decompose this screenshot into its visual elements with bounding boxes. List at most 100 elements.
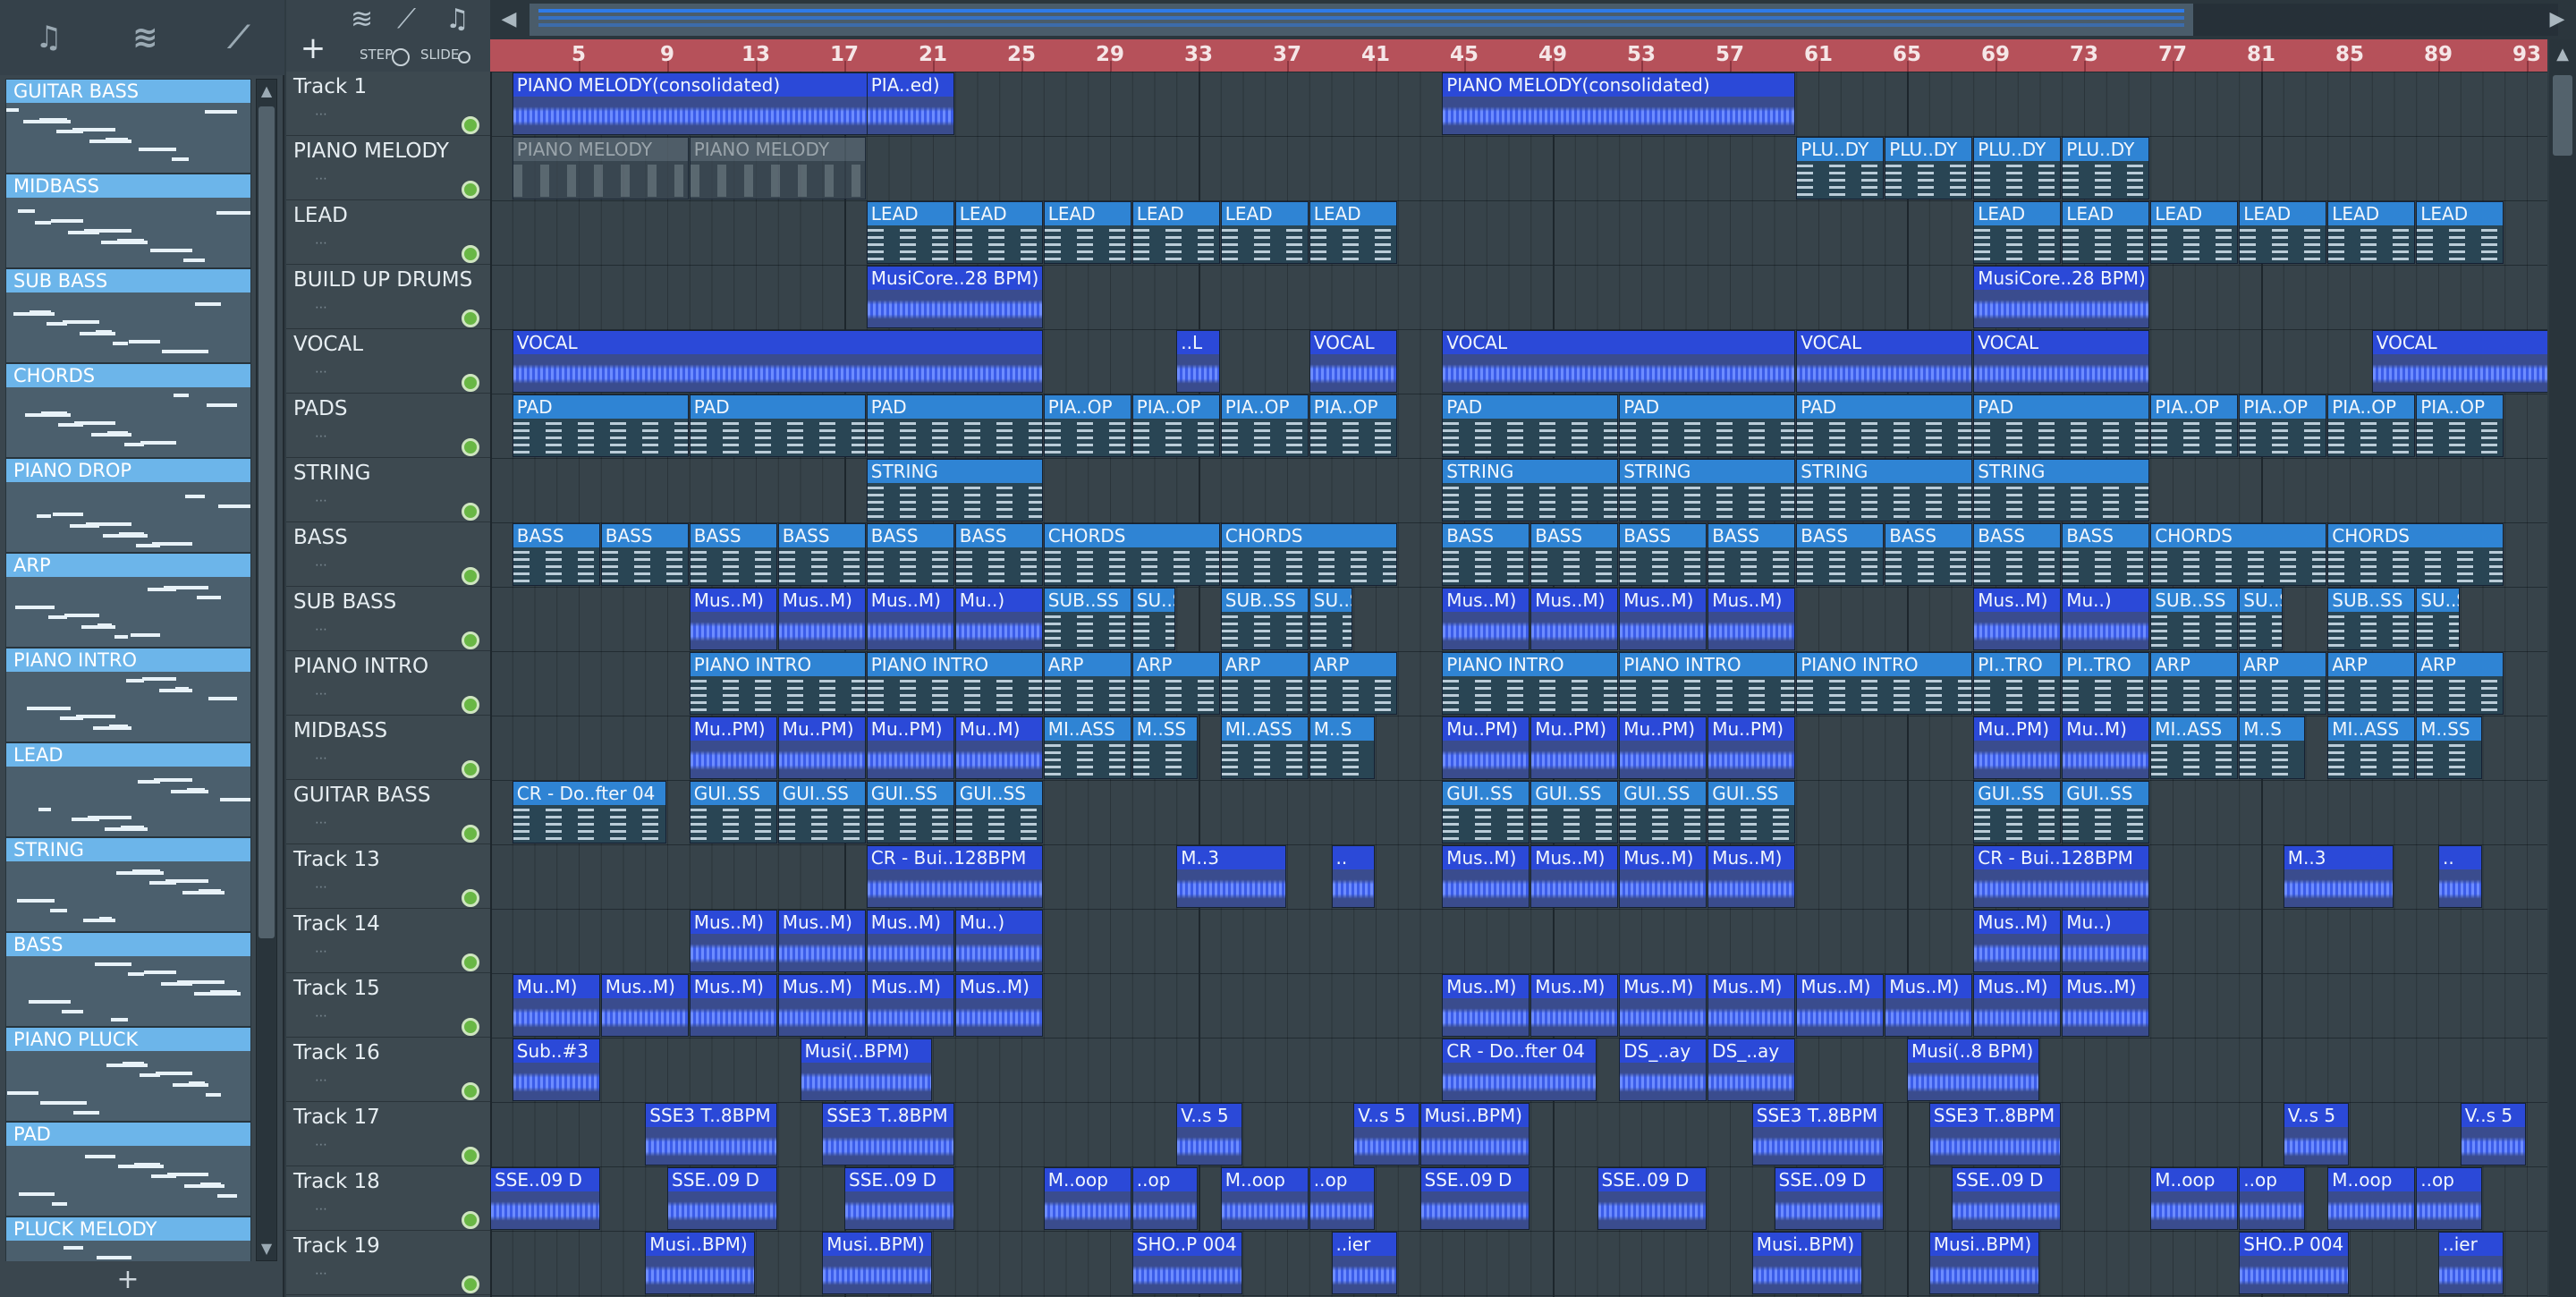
track-header[interactable]: Track 19 ⋯ [286,1231,490,1295]
audio-clip[interactable]: Mus..M) [1530,588,1619,650]
pattern-clip[interactable]: LEAD [1973,201,2062,264]
audio-clip[interactable]: Mus..M) [1530,974,1619,1037]
pattern-clip[interactable]: MI..ASS [1220,716,1309,779]
audio-clip[interactable]: SSE3 T..8BPM [822,1103,954,1166]
track-enable-led[interactable] [462,374,479,392]
audio-clip[interactable]: SHO..P 004 [1131,1232,1242,1294]
track-header[interactable]: Track 15 ⋯ [286,973,490,1038]
audio-clip[interactable]: Mus..M) [866,910,954,972]
pattern-clip[interactable]: STRING [1619,459,1796,521]
audio-clip[interactable]: ..op [2416,1167,2482,1230]
track-name[interactable]: VOCAL [293,333,363,356]
scroll-up-icon[interactable]: ▲ [257,80,276,103]
browser-clip-item[interactable]: STRING [5,837,251,932]
audio-clip[interactable]: Mu..PM) [1530,716,1619,779]
scroll-up-icon[interactable]: ▲ [2549,39,2576,70]
scroll-thumb[interactable] [258,106,275,938]
browser-scrollbar[interactable]: ▲ ▼ [256,79,277,1261]
audio-clip[interactable]: MusiCore..28 BPM) [866,266,1043,328]
audio-clip[interactable]: Mus..M) [1619,974,1707,1037]
pattern-clip[interactable]: PAD [689,394,866,457]
audio-clip[interactable]: ..ier [1331,1232,1397,1294]
pattern-clip[interactable]: PIANO INTRO [1796,652,1973,715]
pattern-clip[interactable]: SU..S [2416,588,2460,650]
pattern-clip[interactable]: ARP [2239,652,2327,715]
track-enable-led[interactable] [462,116,479,134]
browser-clip-item[interactable]: GUITAR BASS [5,79,251,174]
audio-clip[interactable]: V..s 5 [2283,1103,2349,1166]
audio-clip[interactable]: Musi..BPM) [645,1232,755,1294]
pattern-clip[interactable]: PIA..OP [2150,394,2239,457]
pattern-clip[interactable]: PIA..OP [1131,394,1220,457]
pattern-clip[interactable]: PIANO MELODY [689,137,866,199]
track-header[interactable]: Track 14 ⋯ [286,909,490,973]
wave-tool-icon[interactable]: ≋ [351,4,373,35]
track-name[interactable]: MIDBASS [293,719,387,742]
pattern-clip[interactable]: SUB..SS [1043,588,1131,650]
pattern-clip[interactable]: GUI..SS [866,781,954,843]
audio-clip[interactable]: PIANO MELODY(consolidated) [1442,72,1796,135]
audio-clip[interactable]: Mus..M) [1442,588,1530,650]
pattern-clip[interactable]: BASS [689,523,777,586]
audio-clip[interactable]: Mus..M) [1973,910,2062,972]
browser-clip-item[interactable]: PIANO PLUCK [5,1027,251,1122]
pattern-clip[interactable]: BASS [954,523,1043,586]
pattern-clip[interactable]: PIA..OP [2239,394,2327,457]
track-enable-led[interactable] [462,954,479,971]
audio-clip[interactable]: VOCAL [1442,330,1796,393]
pattern-clip[interactable]: ARP [1043,652,1131,715]
pattern-clip[interactable]: LEAD [1131,201,1220,264]
piano-roll-icon[interactable]: ♫ [35,20,62,55]
pattern-clip[interactable]: SU..S [1309,588,1353,650]
track-name[interactable]: PADS [293,397,347,420]
pattern-clip[interactable]: STRING [866,459,1043,521]
pattern-clip[interactable]: BASS [777,523,866,586]
audio-clip[interactable]: Mus..M) [777,910,866,972]
pattern-clip[interactable]: LEAD [2327,201,2416,264]
pattern-clip[interactable]: GUI..SS [1973,781,2062,843]
audio-clip[interactable]: Mus..M) [1973,588,2062,650]
audio-clip[interactable]: Mu..) [2062,910,2150,972]
pattern-clip[interactable]: ARP [1220,652,1309,715]
audio-clip[interactable]: Mu..M) [954,716,1043,779]
track-name[interactable]: Track 19 [293,1234,380,1258]
pattern-clip[interactable]: GUI..SS [777,781,866,843]
track-name[interactable]: GUITAR BASS [293,784,430,807]
pattern-clip[interactable]: BASS [1885,523,1973,586]
track-enable-led[interactable] [462,1276,479,1293]
browser-clip-item[interactable]: MIDBASS [5,174,251,268]
track-name[interactable]: Track 18 [293,1170,380,1193]
pattern-clip[interactable]: GUI..SS [1530,781,1619,843]
browser-clip-item[interactable]: PLUCK MELODY [5,1216,251,1261]
pattern-clip[interactable]: PIANO MELODY [512,137,689,199]
track-enable-led[interactable] [462,825,479,843]
pattern-clip[interactable]: ARP [2416,652,2504,715]
audio-clip[interactable]: Mus..M) [2062,974,2150,1037]
pattern-clip[interactable]: MI..ASS [1043,716,1131,779]
audio-clip[interactable]: .. [1331,845,1375,908]
pattern-clip[interactable]: ARP [1309,652,1397,715]
audio-clip[interactable]: M..oop [1220,1167,1309,1230]
pattern-clip[interactable]: GUI..SS [954,781,1043,843]
track-enable-led[interactable] [462,309,479,327]
audio-clip[interactable]: Mus..M) [777,974,866,1037]
audio-clip[interactable]: ..op [1131,1167,1198,1230]
audio-clip[interactable]: M..oop [2327,1167,2416,1230]
pattern-clip[interactable]: GUI..SS [1619,781,1707,843]
audio-clip[interactable]: Mus..M) [1707,845,1796,908]
track-enable-led[interactable] [462,1211,479,1229]
pattern-clip[interactable]: PAD [512,394,689,457]
audio-clip[interactable]: Mu..) [954,588,1043,650]
pattern-clip[interactable]: GUI..SS [2062,781,2150,843]
track-header[interactable]: PIANO INTRO ⋯ [286,651,490,716]
audio-clip[interactable]: SHO..P 004 [2239,1232,2349,1294]
track-enable-led[interactable] [462,438,479,456]
track-name[interactable]: LEAD [293,204,348,227]
audio-clip[interactable]: V..s 5 [1353,1103,1419,1166]
audio-clip[interactable]: Mu..PM) [689,716,777,779]
pattern-clip[interactable]: GUI..SS [1442,781,1530,843]
pattern-clip[interactable]: LEAD [2239,201,2327,264]
track-header[interactable]: Track 17 ⋯ [286,1102,490,1166]
audio-clip[interactable]: Mus..M) [777,588,866,650]
audio-clip[interactable]: Mu..) [954,910,1043,972]
